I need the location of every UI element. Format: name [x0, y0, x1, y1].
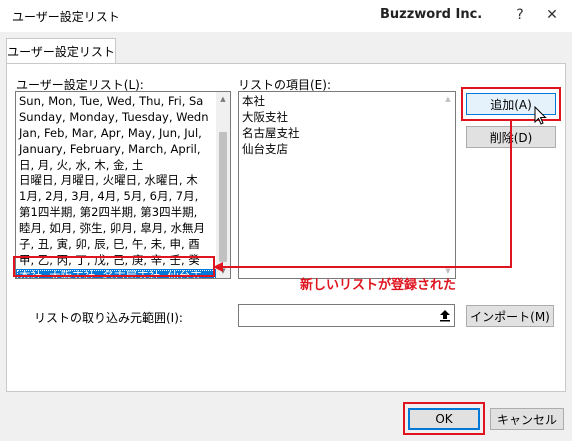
- brand-label: Buzzword Inc.: [380, 7, 483, 22]
- custom-list-item[interactable]: 1月, 2月, 3月, 4月, 5月, 6月, 7月,: [16, 189, 216, 205]
- annotation-text: 新しいリストが登録された: [300, 278, 457, 293]
- custom-list-item[interactable]: 日, 月, 火, 水, 木, 金, 土: [16, 158, 216, 174]
- cancel-button[interactable]: キャンセル: [490, 408, 564, 430]
- custom-list-item[interactable]: 子, 丑, 寅, 卯, 辰, 巳, 午, 未, 申, 酉: [16, 237, 216, 253]
- custom-list-item[interactable]: January, February, March, April,: [16, 142, 216, 158]
- list-entry-item: 本社: [242, 94, 265, 108]
- custom-list-item[interactable]: Sun, Mon, Tue, Wed, Thu, Fri, Sa: [16, 94, 216, 110]
- import-range-input[interactable]: [238, 304, 455, 327]
- close-button[interactable]: ✕: [540, 4, 564, 26]
- tab-strip: ユーザー設定リスト: [0, 32, 572, 65]
- scroll-up-arrow-icon[interactable]: ▲: [441, 92, 455, 106]
- custom-list-item[interactable]: 第1四半期, 第2四半期, 第3四半期,: [16, 205, 216, 221]
- help-button[interactable]: ?: [508, 4, 532, 26]
- custom-list-item[interactable]: Sunday, Monday, Tuesday, Wedn: [16, 110, 216, 126]
- custom-lists-scrollbar[interactable]: ▲ ▼: [216, 92, 230, 278]
- list-entries-scrollbar[interactable]: ▲ ▼: [441, 92, 455, 278]
- custom-list-item[interactable]: Jan, Feb, Mar, Apr, May, Jun, Jul,: [16, 126, 216, 142]
- annotation-line-horizontal: [222, 266, 512, 268]
- import-button[interactable]: インポート(M): [466, 305, 554, 327]
- new-list-highlight: [13, 256, 215, 277]
- scroll-up-arrow-icon[interactable]: ▲: [216, 92, 230, 106]
- window-title: ユーザー設定リスト: [12, 10, 120, 24]
- ok-button-highlight: [403, 402, 485, 435]
- custom-list-item[interactable]: 日曜日, 月曜日, 火曜日, 水曜日, 木: [16, 173, 216, 189]
- list-entry-item: 大阪支社: [242, 109, 288, 124]
- list-entry-item: 仙台支店: [242, 141, 288, 156]
- mouse-cursor-icon: [534, 106, 547, 125]
- tab-custom-lists[interactable]: ユーザー設定リスト: [6, 38, 116, 65]
- import-range-label: リストの取り込み元範囲(I):: [34, 311, 183, 325]
- title-bar: ユーザー設定リスト Buzzword Inc. ? ✕: [0, 0, 572, 33]
- custom-lists-listbox[interactable]: Sun, Mon, Tue, Wed, Thu, Fri, Sa Sunday, …: [15, 91, 231, 279]
- collapse-dialog-icon[interactable]: [439, 309, 451, 322]
- list-entry-item: 名古屋支社: [242, 125, 300, 140]
- list-entries-textbox[interactable]: 本社 大阪支社 名古屋支社 仙台支店 ▲ ▼: [238, 91, 456, 279]
- annotation-line-vertical: [510, 121, 512, 268]
- scroll-thumb[interactable]: [219, 132, 227, 262]
- custom-lists-items: Sun, Mon, Tue, Wed, Thu, Fri, Sa Sunday, …: [16, 94, 216, 278]
- list-entries-items: 本社 大阪支社 名古屋支社 仙台支店: [241, 94, 300, 158]
- custom-list-item[interactable]: 睦月, 如月, 弥生, 卯月, 皐月, 水無月: [16, 221, 216, 237]
